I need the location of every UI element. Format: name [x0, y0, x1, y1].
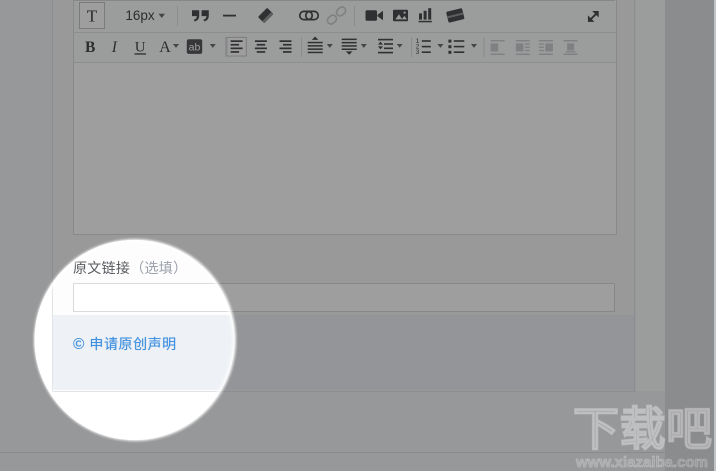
svg-text:T: T: [87, 7, 98, 26]
svg-text:U: U: [135, 39, 146, 55]
svg-text:3: 3: [416, 49, 420, 56]
svg-text:16px: 16px: [125, 8, 155, 23]
svg-text:A: A: [159, 39, 171, 56]
svg-text:B: B: [85, 39, 95, 56]
svg-text:I: I: [111, 39, 118, 56]
svg-text:ab: ab: [189, 41, 201, 53]
